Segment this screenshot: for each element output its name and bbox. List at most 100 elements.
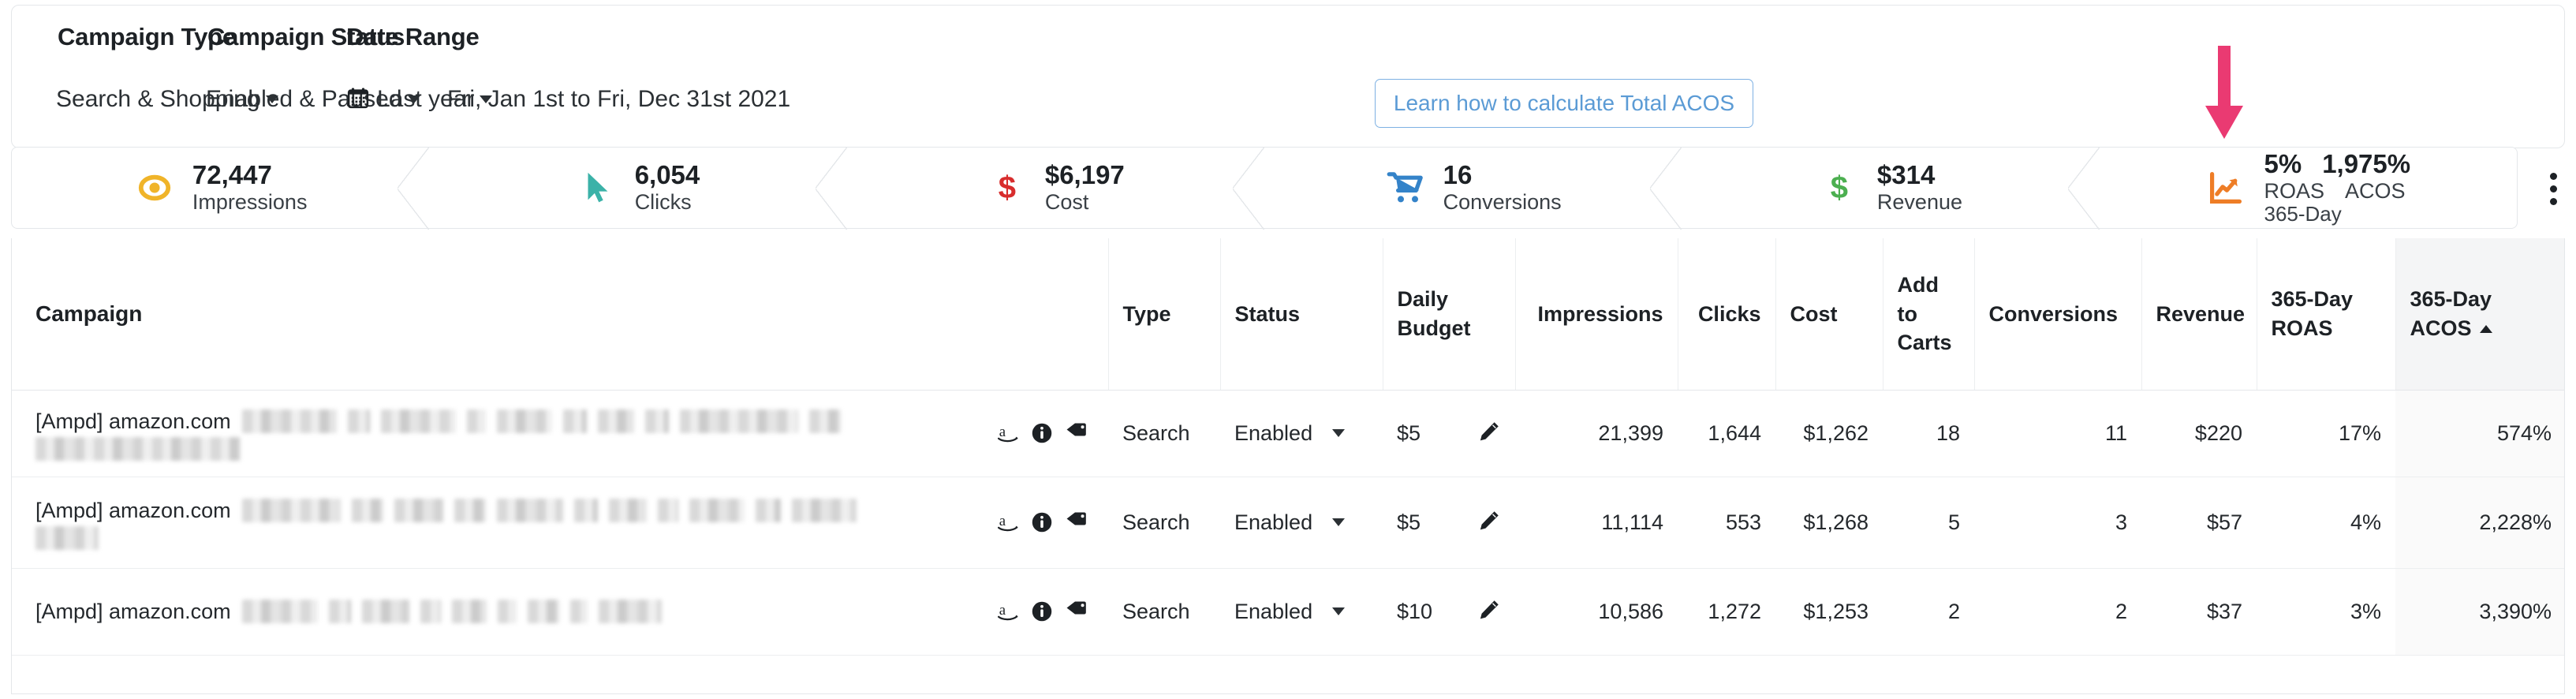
table-row[interactable]: [Ampd] amazon.com	[12, 477, 2564, 569]
cell-status[interactable]: Enabled	[1220, 568, 1383, 656]
cell-roas: 17%	[2257, 390, 2395, 477]
column-label-acos: ACOS	[2410, 316, 2472, 340]
cell-revenue: $220	[2141, 390, 2257, 477]
column-label-line3: Carts	[1897, 330, 1952, 354]
cell-conversions: 3	[1974, 477, 2141, 569]
trending-chart-icon	[2205, 167, 2246, 208]
campaign-prefix: [Ampd] amazon.com	[35, 599, 231, 623]
cell-status[interactable]: Enabled	[1220, 477, 1383, 569]
cell-cost: $1,253	[1775, 568, 1883, 656]
campaign-dashboard-page: Campaign Type Campaign Status Date Range…	[0, 0, 2576, 699]
redacted-text	[608, 499, 647, 522]
dollar-icon: $	[1830, 170, 1849, 205]
tag-icon[interactable]	[1062, 598, 1089, 625]
kpi-clicks[interactable]: 6,054 Clicks	[429, 148, 847, 230]
kpi-label: Revenue	[1876, 190, 1963, 215]
column-header-type[interactable]: Type	[1107, 238, 1220, 391]
edit-pencil-icon[interactable]	[1474, 420, 1501, 447]
cell-roas: 3%	[2257, 568, 2395, 656]
dot	[2549, 172, 2557, 180]
cell-add-to-carts: 18	[1883, 390, 1974, 477]
cell-type: Search	[1108, 477, 1220, 569]
kpi-roas-acos[interactable]: 5% 1,975% ROAS ACOS 365-Day	[2100, 148, 2517, 228]
column-header-acos[interactable]: 365-Day ACOS	[2395, 238, 2564, 391]
redacted-text	[496, 499, 563, 522]
table-row[interactable]: [Ampd] amazon.com	[12, 568, 2564, 656]
cell-cost: $1,262	[1775, 390, 1883, 477]
calendar-icon	[346, 86, 370, 116]
redacted-text	[420, 600, 441, 623]
redacted-text	[497, 600, 517, 623]
cell-acos: 3,390%	[2395, 568, 2564, 656]
cell-add-to-carts: 5	[1883, 477, 1974, 569]
amazon-icon[interactable]: a	[995, 420, 1021, 447]
amazon-icon[interactable]: a	[995, 509, 1021, 536]
kpi-value: 72,447	[192, 160, 272, 190]
column-label: Cost	[1790, 301, 1838, 326]
column-header-impressions[interactable]: Impressions	[1514, 238, 1678, 391]
column-header-revenue[interactable]: Revenue	[2141, 238, 2257, 391]
kpi-overflow-menu-button[interactable]	[2541, 164, 2565, 213]
kpi-value: 16	[1443, 160, 1473, 190]
column-header-roas[interactable]: 365-Day ROAS	[2256, 238, 2395, 391]
redacted-text	[328, 600, 351, 623]
amazon-icon[interactable]: a	[995, 598, 1021, 625]
cell-acos: 2,228%	[2395, 477, 2564, 569]
column-header-add-to-carts[interactable]: Add to Carts	[1882, 238, 1974, 391]
info-icon[interactable]	[1029, 509, 1055, 536]
cell-daily-budget[interactable]: $10	[1383, 568, 1515, 656]
kpi-impressions[interactable]: 72,447 Impressions	[12, 148, 430, 230]
column-label-line1: Add	[1897, 273, 1939, 297]
redacted-text	[35, 437, 241, 462]
cell-status[interactable]: Enabled	[1220, 390, 1383, 477]
daily-budget-value: $10	[1397, 599, 1433, 623]
kpi-value: 6,054	[634, 160, 700, 190]
table-row[interactable]: [Ampd] amazon.com	[12, 390, 2564, 477]
info-icon[interactable]	[1029, 598, 1055, 625]
kpi-summary-bar: 72,447 Impressions 6,054 Clicks $ $6,197…	[11, 147, 2518, 230]
kpi-label: Conversions	[1443, 190, 1562, 215]
cell-clicks: 553	[1678, 477, 1775, 569]
tag-icon[interactable]	[1062, 420, 1089, 447]
column-label: Clicks	[1697, 301, 1761, 326]
table-body: [Ampd] amazon.com a Search Enabled $5 21…	[12, 390, 2564, 656]
cell-campaign[interactable]: [Ampd] amazon.com a	[12, 568, 1108, 656]
cell-roas: 4%	[2257, 477, 2395, 569]
column-header-campaign[interactable]: Campaign	[12, 238, 1108, 391]
svg-text:a: a	[999, 602, 1006, 619]
daily-budget-value: $5	[1397, 421, 1421, 445]
redacted-text	[569, 600, 588, 623]
learn-total-acos-button[interactable]: Learn how to calculate Total ACOS	[1375, 79, 1753, 128]
column-header-daily-budget[interactable]: Daily Budget	[1382, 238, 1515, 391]
cell-daily-budget[interactable]: $5	[1383, 390, 1515, 477]
cell-campaign[interactable]: [Ampd] amazon.com a	[12, 477, 1108, 569]
column-header-conversions[interactable]: Conversions	[1973, 238, 2141, 391]
roas-value: 5%	[2264, 148, 2302, 178]
redacted-text	[241, 600, 318, 623]
campaign-name: [Ampd] amazon.com	[35, 406, 979, 462]
column-label-line1: 365-Day	[2410, 287, 2492, 312]
kpi-revenue[interactable]: $ $314 Revenue	[1682, 148, 2100, 230]
edit-pencil-icon[interactable]	[1474, 598, 1501, 625]
cell-revenue: $37	[2141, 568, 2257, 656]
cell-add-to-carts: 2	[1883, 568, 1974, 656]
redacted-text	[808, 409, 841, 433]
redacted-text	[689, 499, 745, 522]
kpi-value: $314	[1876, 160, 1936, 190]
column-header-clicks[interactable]: Clicks	[1677, 238, 1775, 391]
column-header-status[interactable]: Status	[1219, 238, 1383, 391]
cell-campaign[interactable]: [Ampd] amazon.com a	[12, 390, 1108, 477]
redacted-text	[241, 409, 337, 433]
cell-revenue: $57	[2141, 477, 2257, 569]
kpi-cost[interactable]: $ $6,197 Cost	[847, 148, 1265, 230]
tag-icon[interactable]	[1062, 509, 1089, 536]
redacted-text	[644, 409, 669, 433]
redacted-text	[241, 499, 341, 522]
edit-pencil-icon[interactable]	[1474, 509, 1501, 536]
info-icon[interactable]	[1029, 420, 1055, 447]
cell-daily-budget[interactable]: $5	[1383, 477, 1515, 569]
column-header-cost[interactable]: Cost	[1775, 238, 1883, 391]
acos-label: ACOS	[2345, 178, 2406, 203]
kpi-conversions[interactable]: 16 Conversions	[1264, 148, 1682, 230]
filter-bar: Campaign Type Campaign Status Date Range…	[11, 5, 2565, 148]
